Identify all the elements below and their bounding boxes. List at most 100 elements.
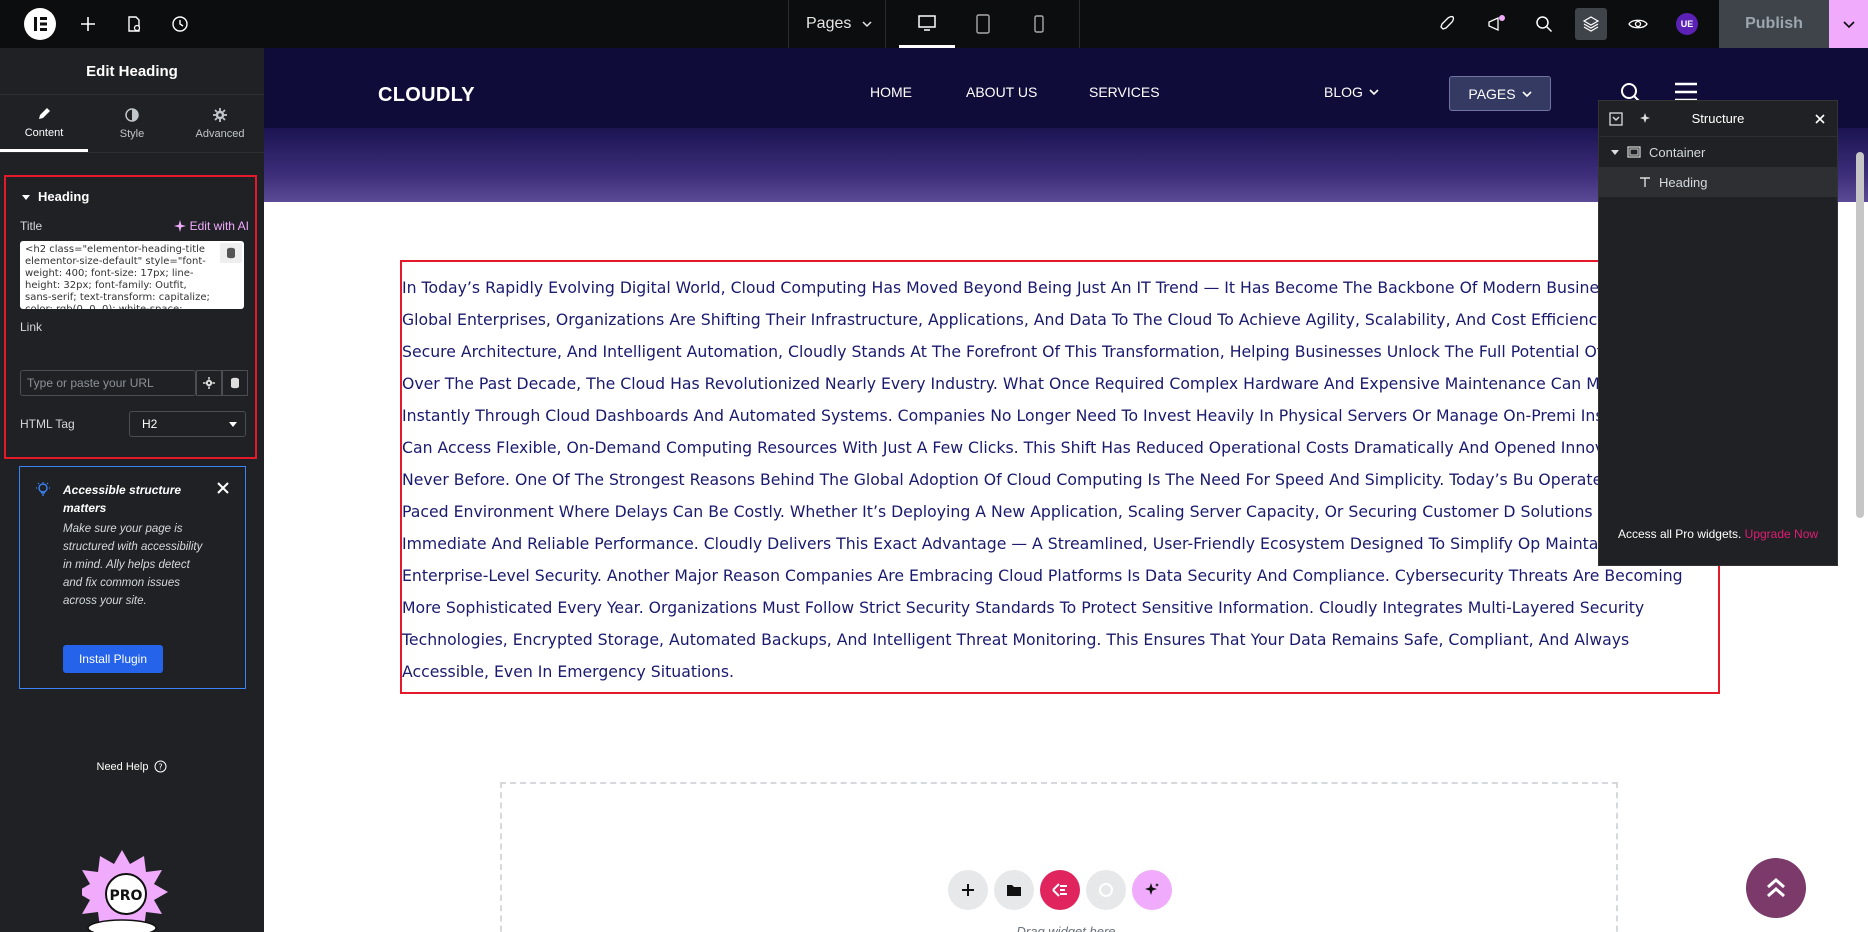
link-options-button[interactable] <box>196 370 222 396</box>
nav-about-us[interactable]: ABOUT US <box>966 84 1037 100</box>
nav-pages-label: PAGES <box>1468 85 1516 102</box>
document-settings-icon <box>128 16 141 32</box>
hamburger-menu-icon[interactable] <box>1674 82 1698 102</box>
need-help-link[interactable]: Need Help ? <box>0 760 264 773</box>
divider <box>1079 0 1080 48</box>
scroll-to-top-button[interactable] <box>1746 858 1806 918</box>
sparkle-icon <box>1145 883 1159 895</box>
notice-title: Accessible structure matters <box>63 483 182 515</box>
avatar-initials: UE <box>1680 19 1694 29</box>
nav-home[interactable]: HOME <box>870 84 912 100</box>
pages-dropdown[interactable]: Pages <box>788 0 886 48</box>
site-settings-button[interactable] <box>1432 0 1464 48</box>
close-icon[interactable] <box>1815 114 1825 124</box>
publish-options-button[interactable] <box>1829 0 1868 48</box>
canvas-scrollbar[interactable] <box>1856 152 1864 518</box>
notice-text: Make sure your page is structured with a… <box>63 523 203 607</box>
desktop-view-button[interactable] <box>899 0 955 48</box>
dynamic-tags-button[interactable] <box>220 243 242 263</box>
tab-label: Content <box>24 126 64 139</box>
structure-header: Structure <box>1599 101 1837 137</box>
tablet-icon <box>976 14 990 34</box>
elementor-logo-button[interactable] <box>24 8 56 40</box>
editor-top-bar: Pages UE Publish <box>0 0 1868 48</box>
history-button[interactable] <box>164 0 196 48</box>
structure-item-heading[interactable]: Heading <box>1599 167 1837 197</box>
publish-label: Publish <box>1745 15 1803 32</box>
chevron-down-icon <box>1522 90 1532 97</box>
rocket-icon <box>1440 15 1455 30</box>
upgrade-now-link[interactable]: Upgrade Now <box>1745 527 1818 541</box>
sparkle-icon <box>173 220 186 232</box>
database-icon <box>227 247 235 259</box>
notifications-button[interactable] <box>1480 0 1512 48</box>
gear-icon <box>203 377 215 389</box>
nav-pages[interactable]: PAGES <box>1449 76 1551 111</box>
add-template-button[interactable] <box>994 870 1034 910</box>
publish-button[interactable]: Publish <box>1719 0 1829 48</box>
mobile-icon <box>1034 15 1044 33</box>
user-avatar[interactable]: UE <box>1676 13 1698 35</box>
refresh-circle-icon <box>1099 883 1113 897</box>
megaphone-icon <box>1488 15 1505 32</box>
eye-icon <box>1628 19 1648 29</box>
structure-button[interactable] <box>1575 8 1607 40</box>
panel-tabs: Content Style Advanced <box>0 95 264 153</box>
search-button[interactable] <box>1528 0 1560 48</box>
upgrade-promo: Access all Pro widgets. Upgrade Now <box>1599 527 1837 541</box>
mobile-view-button[interactable] <box>1011 0 1067 48</box>
pages-dropdown-label: Pages <box>806 15 852 32</box>
close-icon[interactable] <box>217 482 229 494</box>
edit-with-ai-link[interactable]: Edit with AI <box>173 219 249 233</box>
tab-advanced[interactable]: Advanced <box>176 95 264 152</box>
caret-down-icon <box>229 422 237 427</box>
tab-content[interactable]: Content <box>0 95 88 152</box>
pro-badge-text: PRO <box>110 888 143 904</box>
tab-style[interactable]: Style <box>88 95 176 152</box>
double-chevron-up-icon <box>1767 878 1785 898</box>
nav-blog[interactable]: BLOG <box>1324 84 1379 100</box>
html-tag-label: HTML Tag <box>20 417 75 431</box>
site-logo[interactable]: CLOUDLY <box>378 84 475 107</box>
svg-text:?: ? <box>159 763 163 772</box>
title-textarea-value: <h2 class="elementor-heading-title eleme… <box>25 244 210 309</box>
history-icon <box>172 16 188 32</box>
structure-title: Structure <box>1691 111 1745 126</box>
accessibility-notice: Accessible structure matters Make sure y… <box>19 466 246 689</box>
add-section-button[interactable] <box>948 870 988 910</box>
nav-services[interactable]: SERVICES <box>1089 84 1160 100</box>
heading-t-icon <box>1640 177 1650 187</box>
structure-item-label: Container <box>1649 144 1706 160</box>
panel-title: Edit Heading <box>0 48 264 95</box>
html-tag-select[interactable]: H2 <box>129 411 246 437</box>
caret-down-icon <box>22 194 30 200</box>
add-element-button[interactable] <box>72 0 104 48</box>
title-textarea[interactable]: <h2 class="elementor-heading-title eleme… <box>20 241 244 309</box>
caret-down-icon <box>1611 150 1619 155</box>
contrast-icon <box>125 108 139 122</box>
page-settings-button[interactable] <box>118 0 150 48</box>
heading-section: Heading Title Edit with AI <h2 class="el… <box>4 175 257 459</box>
upgrade-promo-text: Access all Pro widgets. <box>1617 527 1742 541</box>
section-toggle[interactable]: Heading <box>22 189 89 204</box>
elementskit-button[interactable] <box>1040 870 1080 910</box>
ai-assistant-disabled-button[interactable] <box>1086 870 1126 910</box>
desktop-icon <box>918 14 936 31</box>
title-label: Title <box>20 219 43 233</box>
install-plugin-button[interactable]: Install Plugin <box>63 645 163 673</box>
heading-text[interactable]: In Today’s Rapidly Evolving Digital Worl… <box>402 272 1718 688</box>
structure-panel: Structure Container Heading Access all P… <box>1598 100 1838 566</box>
tab-label: Advanced <box>195 128 245 140</box>
structure-item-label: Heading <box>1659 174 1708 190</box>
layers-icon <box>1582 16 1600 32</box>
tablet-view-button[interactable] <box>955 0 1011 48</box>
chevron-down-icon <box>1369 89 1379 96</box>
edit-with-ai-label: Edit with AI <box>189 219 249 233</box>
gear-icon <box>213 108 227 122</box>
preview-button[interactable] <box>1622 0 1654 48</box>
ai-generate-button[interactable] <box>1132 870 1172 910</box>
link-url-input[interactable]: Type or paste your URL <box>20 370 196 396</box>
link-dynamic-tags-button[interactable] <box>222 370 248 396</box>
structure-item-container[interactable]: Container <box>1599 137 1837 167</box>
drag-widget-hint: Drag widget here <box>1016 924 1116 932</box>
